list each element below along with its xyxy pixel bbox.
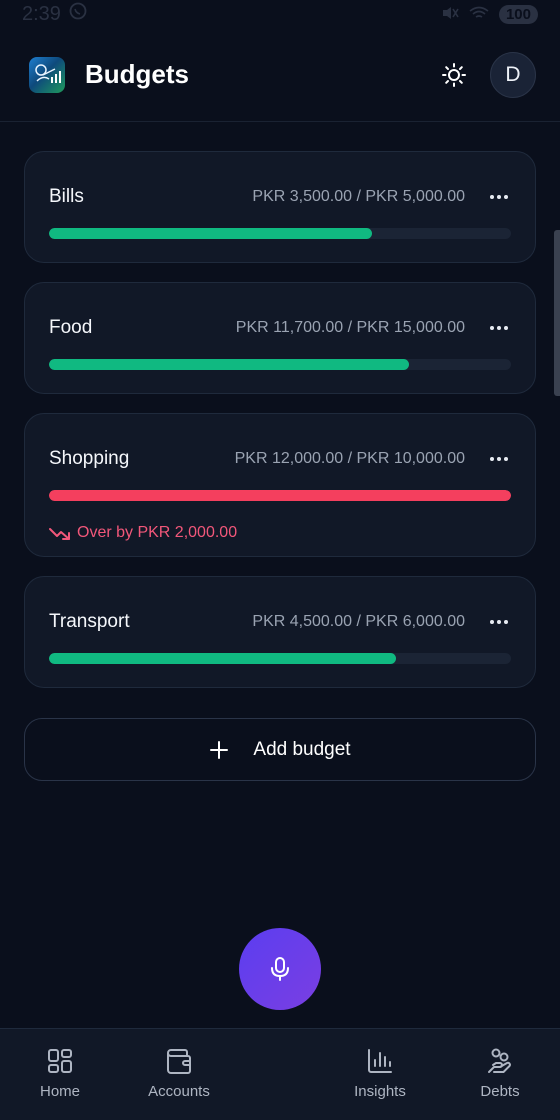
grid-icon	[48, 1049, 72, 1073]
budget-card-transport[interactable]: Transport PKR 4,500.00 / PKR 6,000.00	[24, 576, 536, 688]
nav-label: Home	[39, 1083, 80, 1100]
progress-bar	[49, 359, 410, 370]
budget-card-food[interactable]: Food PKR 11,700.00 / PKR 15,000.00	[24, 282, 536, 394]
more-options-button[interactable]	[487, 457, 511, 461]
user-avatar[interactable]: D	[490, 51, 536, 98]
progress-bar	[49, 653, 396, 664]
budget-row: Food PKR 11,700.00 / PKR 15,000.00	[49, 317, 511, 339]
nav-item-home[interactable]: Home	[10, 1047, 110, 1100]
progress-bar	[49, 228, 373, 239]
budget-row: Transport PKR 4,500.00 / PKR 6,000.00	[49, 611, 511, 633]
over-budget-text: Over by PKR 2,000.00	[77, 524, 238, 541]
mute-icon	[441, 5, 459, 24]
theme-toggle-button[interactable]	[434, 55, 474, 95]
wallet-icon	[167, 1049, 191, 1074]
more-options-button[interactable]	[487, 620, 511, 624]
budget-name: Bills	[49, 186, 84, 207]
hand-coins-icon	[488, 1048, 511, 1073]
sun-icon	[442, 62, 466, 87]
nav-item-debts[interactable]: Debts	[450, 1047, 550, 1100]
over-budget-note: Over by PKR 2,000.00	[49, 524, 237, 542]
app-header: Budgets D	[0, 28, 560, 122]
more-options-button[interactable]	[487, 195, 511, 199]
nav-label: Accounts	[148, 1083, 210, 1100]
status-right: 100	[441, 4, 538, 24]
battery-indicator: 100	[498, 4, 538, 24]
nav-label: Insights	[354, 1083, 406, 1100]
scrollbar[interactable]	[554, 230, 560, 396]
wifi-icon	[469, 6, 489, 23]
whatsapp-icon	[69, 2, 87, 26]
more-options-button[interactable]	[487, 326, 511, 330]
add-budget-label: Add budget	[253, 738, 351, 760]
budget-amount: PKR 3,500.00 / PKR 5,000.00	[252, 188, 465, 205]
progress-track	[49, 653, 511, 664]
budget-card-shopping[interactable]: Shopping PKR 12,000.00 / PKR 10,000.00 O…	[24, 413, 536, 557]
status-bar: 2:39 100	[0, 0, 560, 28]
trending-down-icon	[49, 528, 70, 540]
status-time: 2:39	[22, 2, 61, 25]
nav-item-insights[interactable]: Insights	[330, 1047, 430, 1100]
nav-label: Debts	[480, 1083, 520, 1100]
voice-input-button[interactable]	[239, 928, 321, 1010]
budget-card-bills[interactable]: Bills PKR 3,500.00 / PKR 5,000.00	[24, 151, 536, 263]
budget-row: Bills PKR 3,500.00 / PKR 5,000.00	[49, 186, 511, 208]
page-title: Budgets	[85, 59, 189, 89]
status-left: 2:39	[22, 2, 87, 26]
app-logo	[29, 56, 65, 93]
budget-name: Food	[49, 317, 93, 338]
nav-item-accounts[interactable]: Accounts	[129, 1047, 229, 1100]
budget-amount: PKR 12,000.00 / PKR 10,000.00	[234, 450, 465, 467]
bar-chart-icon	[368, 1049, 392, 1073]
budget-name: Shopping	[49, 448, 130, 469]
budget-name: Transport	[49, 611, 130, 632]
microphone-icon	[271, 957, 289, 981]
progress-track	[49, 228, 511, 239]
progress-bar	[49, 490, 511, 501]
budget-amount: PKR 11,700.00 / PKR 15,000.00	[235, 319, 465, 336]
budget-row: Shopping PKR 12,000.00 / PKR 10,000.00	[49, 448, 511, 470]
bottom-navigation: Home Accounts Insights Debts	[0, 1028, 560, 1120]
add-budget-button[interactable]: Add budget	[24, 718, 536, 781]
progress-track	[49, 490, 511, 501]
plus-icon	[210, 740, 229, 759]
budget-amount: PKR 4,500.00 / PKR 6,000.00	[252, 613, 465, 630]
progress-track	[49, 359, 511, 370]
